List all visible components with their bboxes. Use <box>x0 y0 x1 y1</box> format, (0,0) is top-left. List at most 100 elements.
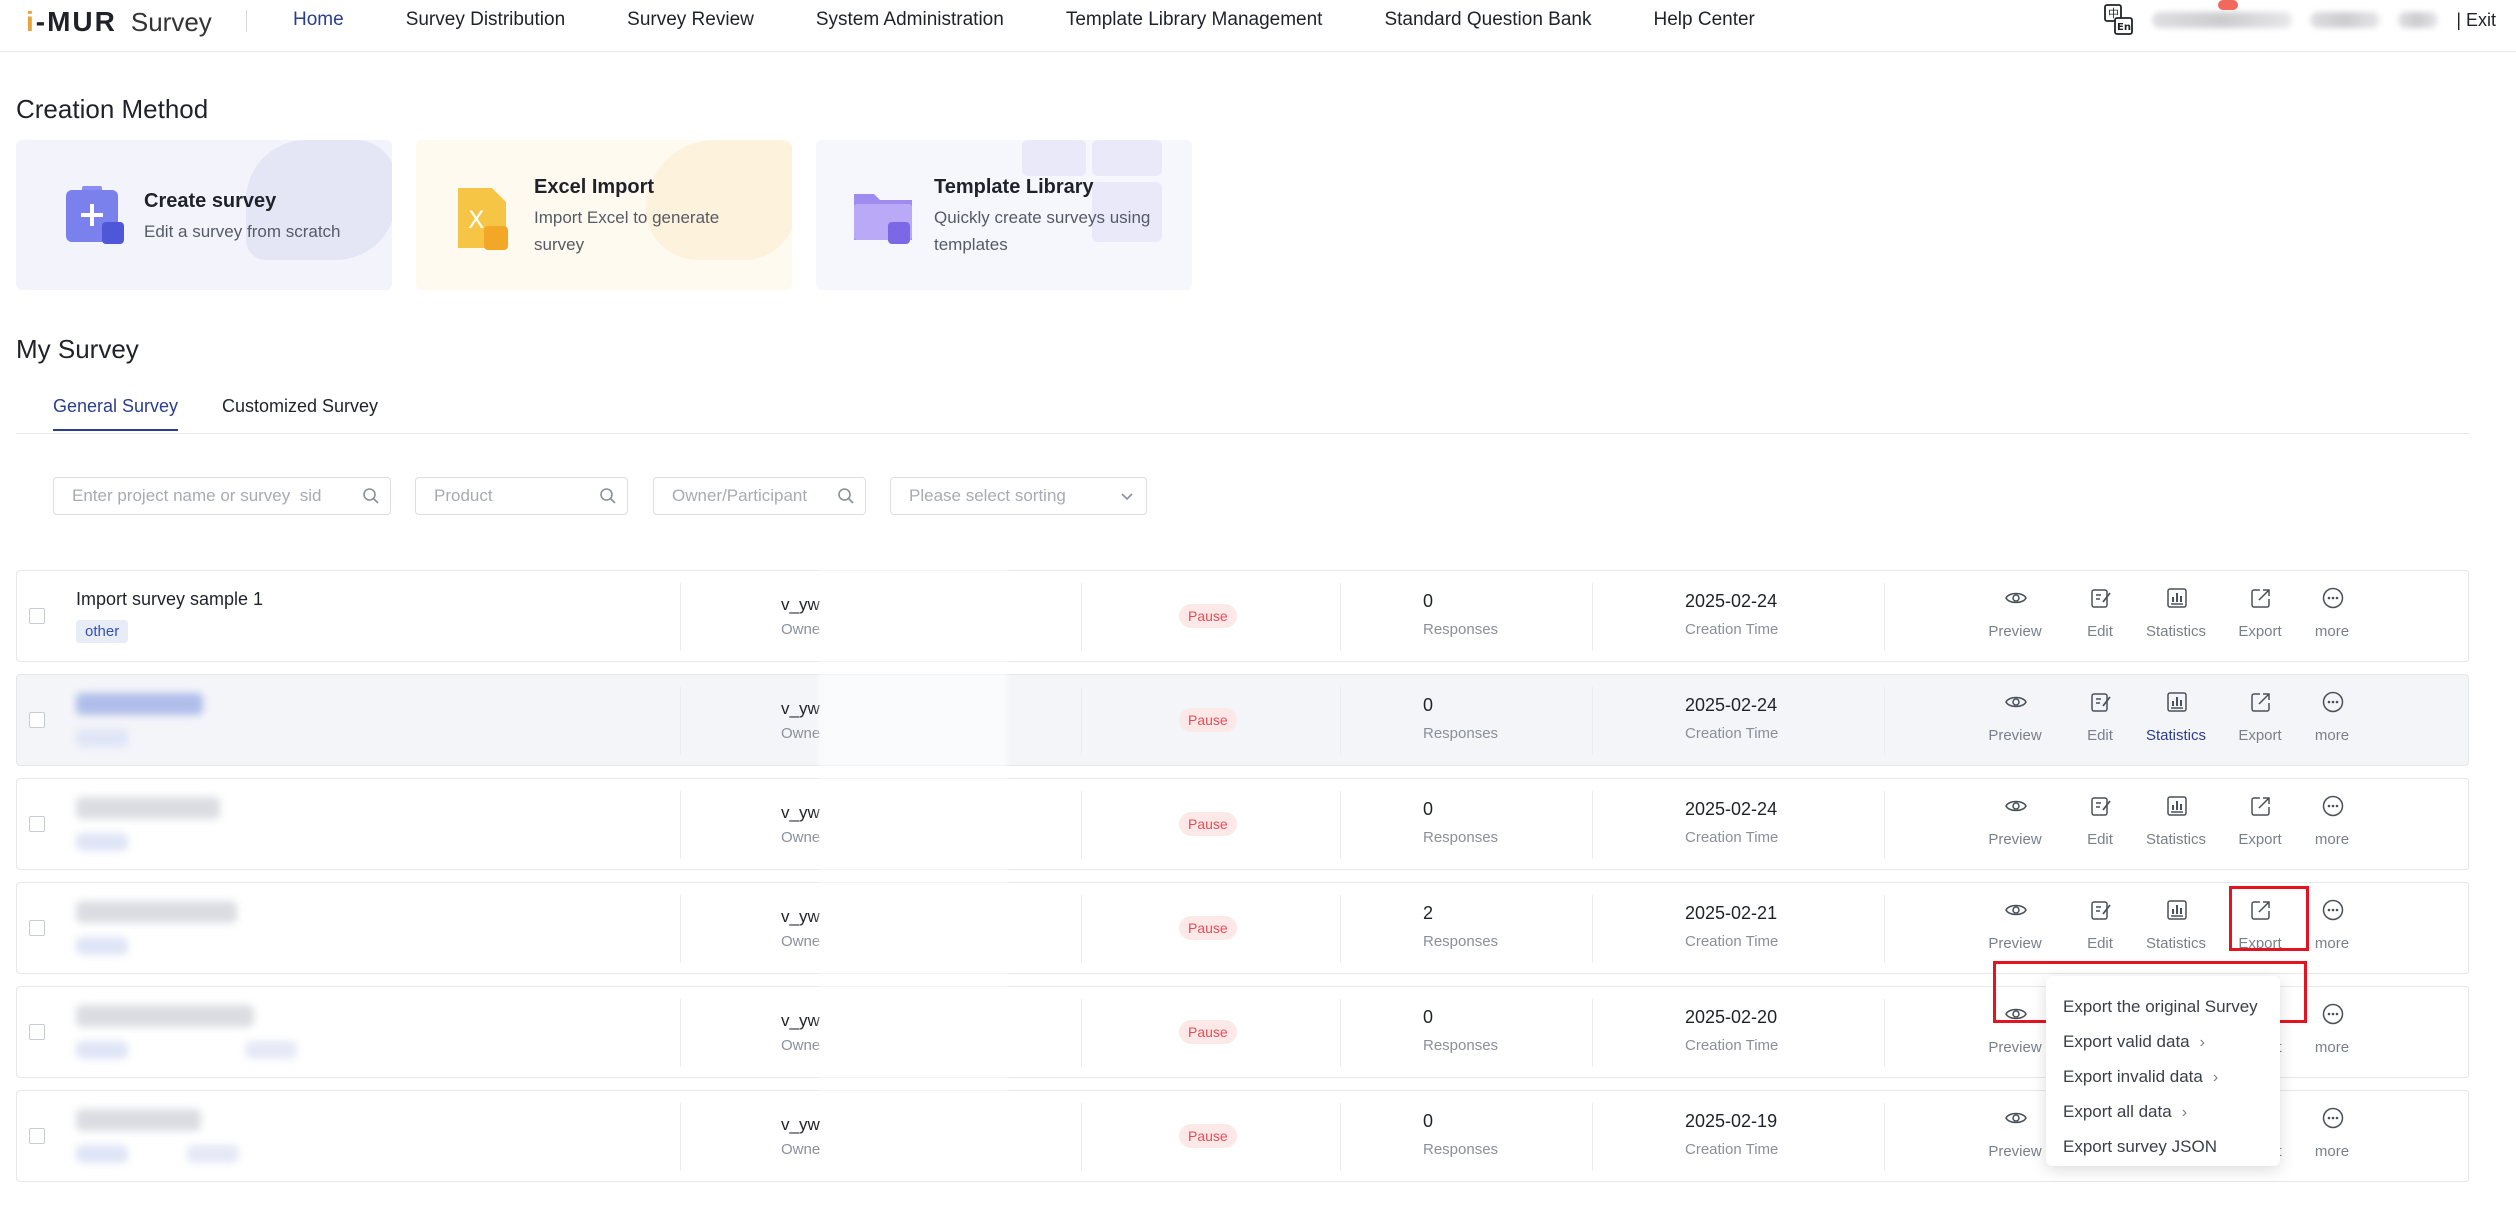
more-button[interactable]: more <box>2297 1103 2367 1171</box>
more-button[interactable]: more <box>2297 583 2367 651</box>
folder-icon <box>854 194 912 244</box>
more-button[interactable]: more <box>2297 791 2367 859</box>
chevron-right-icon: › <box>2199 1034 2205 1051</box>
card-desc: Import Excel to generate survey <box>534 208 720 254</box>
owner-field[interactable] <box>653 477 866 515</box>
product-field[interactable] <box>415 477 628 515</box>
excel-import-card[interactable]: X Excel Import Import Excel to generate … <box>416 140 792 290</box>
action-label: more <box>2314 831 2350 848</box>
preview-button[interactable]: Preview <box>1980 687 2050 755</box>
survey-name-blurred <box>76 797 220 819</box>
row-checkbox[interactable] <box>29 1128 45 1144</box>
template-library-card[interactable]: Template Library Quickly create surveys … <box>816 140 1192 290</box>
menu-item-label: Export all data <box>2063 1102 2172 1121</box>
row-checkbox[interactable] <box>29 1024 45 1040</box>
row-checkbox[interactable] <box>29 608 45 624</box>
product-input[interactable] <box>434 486 603 506</box>
edit-button[interactable]: Edit <box>2065 791 2135 859</box>
column-divider <box>1884 687 1885 755</box>
exit-link[interactable]: | Exit <box>2456 10 2496 31</box>
create-survey-card[interactable]: Create survey Edit a survey from scratch <box>16 140 392 290</box>
nav-item-survey-distribution[interactable]: Survey Distribution <box>375 9 596 31</box>
search-icon[interactable] <box>362 487 380 505</box>
action-label: Preview <box>1988 935 2042 952</box>
nav-item-template-library-management[interactable]: Template Library Management <box>1035 9 1354 31</box>
search-input[interactable] <box>72 486 341 506</box>
more-button[interactable]: more <box>2297 999 2367 1067</box>
table-row[interactable]: Import survey sample 1 other v_yw Owne Pause… <box>16 570 2469 662</box>
column-divider <box>1592 687 1593 755</box>
preview-button[interactable]: Preview <box>1980 791 2050 859</box>
statistics-button[interactable]: Statistics <box>2141 791 2211 859</box>
owner-name: v_yw <box>781 595 820 614</box>
edit-button[interactable]: Edit <box>2065 895 2135 963</box>
table-row[interactable]: v_yw Owne Pause 0 Responses 2025-02-24 Creatio… <box>16 674 2469 766</box>
preview-button[interactable]: Preview <box>1980 583 2050 651</box>
menu-item-export-all-data[interactable]: Export all data › <box>2046 1095 2280 1130</box>
more-button[interactable]: more <box>2297 687 2367 755</box>
nav-item-system-administration[interactable]: System Administration <box>785 9 1035 31</box>
action-label: Preview <box>1988 1039 2042 1056</box>
nav-item-survey-review[interactable]: Survey Review <box>596 9 785 31</box>
search-field[interactable] <box>53 477 391 515</box>
survey-name-blurred <box>76 901 237 923</box>
sorting-select[interactable] <box>890 477 1147 515</box>
column-divider <box>1081 583 1082 651</box>
preview-button[interactable]: Preview <box>1980 895 2050 963</box>
more-icon <box>2322 691 2344 713</box>
chart-icon <box>2167 900 2187 920</box>
edit-button[interactable]: Edit <box>2065 687 2135 755</box>
row-checkbox[interactable] <box>29 712 45 728</box>
top-navbar: i-MUR Survey Home Survey Distribution Su… <box>0 0 2516 52</box>
action-label: Preview <box>1988 727 2042 744</box>
chevron-right-icon: › <box>2181 1104 2188 1121</box>
table-row[interactable]: v_yw Owne Pause 0 Responses 2025-02-24 Creatio… <box>16 778 2469 870</box>
menu-item-export-invalid-data[interactable]: Export invalid data › <box>2046 1060 2280 1095</box>
translate-icon[interactable]: 中 En <box>2104 4 2134 36</box>
nav-item-standard-question-bank[interactable]: Standard Question Bank <box>1353 9 1622 31</box>
survey-name[interactable]: Import survey sample 1 <box>76 589 263 610</box>
menu-item-label: Export invalid data <box>2063 1067 2203 1086</box>
export-button[interactable]: Export <box>2225 791 2295 859</box>
statistics-button[interactable]: Statistics <box>2141 583 2211 651</box>
owner-label: Owne <box>781 1141 821 1158</box>
column-divider <box>680 583 681 651</box>
column-divider <box>1592 999 1593 1067</box>
status-badge: Pause <box>1179 604 1237 628</box>
survey-tag-blurred <box>187 1145 239 1163</box>
tab-customized-survey[interactable]: Customized Survey <box>222 396 378 429</box>
avatar[interactable] <box>2398 12 2439 28</box>
row-checkbox[interactable] <box>29 920 45 936</box>
tab-general-survey[interactable]: General Survey <box>53 396 179 431</box>
creation-time-label: Creation Time <box>1685 829 1779 846</box>
statistics-button[interactable]: Statistics <box>2141 687 2211 755</box>
search-icon[interactable] <box>599 487 617 505</box>
column-divider <box>1884 1103 1885 1171</box>
menu-item-export-survey-json[interactable]: Export survey JSON <box>2046 1130 2280 1165</box>
sorting-input[interactable] <box>909 486 1113 506</box>
logo-mark: i-MUR <box>26 6 117 37</box>
owner-input[interactable] <box>672 486 841 506</box>
action-label: Preview <box>1988 623 2042 640</box>
statistics-button[interactable]: Statistics <box>2141 895 2211 963</box>
row-checkbox[interactable] <box>29 816 45 832</box>
column-divider <box>680 999 681 1067</box>
nav-item-home[interactable]: Home <box>262 9 375 31</box>
preview-button[interactable]: Preview <box>1980 1103 2050 1171</box>
responses-label: Responses <box>1423 1141 1499 1158</box>
column-divider <box>1340 791 1341 859</box>
export-button[interactable]: Export <box>2225 583 2295 651</box>
survey-tag-blurred <box>76 729 128 747</box>
survey-tag-blurred <box>76 1041 128 1059</box>
menu-item-export-original-survey[interactable]: Export the original Survey <box>2046 990 2280 1025</box>
survey-name-blurred <box>76 1109 201 1131</box>
export-button[interactable]: Export <box>2225 687 2295 755</box>
edit-button[interactable]: Edit <box>2065 583 2135 651</box>
menu-item-export-valid-data[interactable]: Export valid data › <box>2046 1025 2280 1060</box>
owner-name: v_yw <box>781 699 820 718</box>
status-badge: Pause <box>1179 1020 1237 1044</box>
nav-item-help-center[interactable]: Help Center <box>1623 9 1786 31</box>
owner-name: v_yw <box>781 1011 820 1030</box>
app-logo[interactable]: i-MUR Survey <box>26 6 212 37</box>
search-icon[interactable] <box>837 487 855 505</box>
